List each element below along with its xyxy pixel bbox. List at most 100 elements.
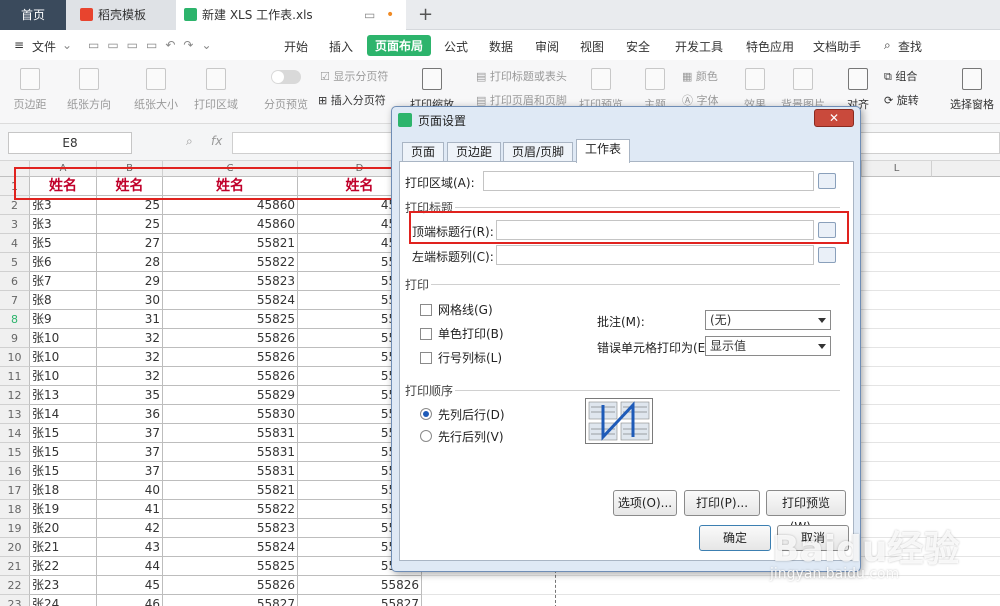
table-cell[interactable]: 55831 [163,424,298,443]
row-header[interactable]: 6 [0,272,30,291]
table-cell[interactable]: 张24 [30,595,97,606]
range-picker-icon[interactable] [818,173,836,189]
tab-margins[interactable]: 页边距 [447,142,502,163]
comments-select[interactable]: (无) [705,310,831,330]
insert-pagebreak-button[interactable]: ⊞ 插入分页符 [318,92,386,108]
table-cell[interactable]: 45860 [163,215,298,234]
row-header[interactable]: 16 [0,462,30,481]
formula-input[interactable] [232,132,392,154]
column-header-m[interactable] [932,161,1000,177]
menu-search[interactable]: 查找 [898,38,922,55]
row-header[interactable]: 11 [0,367,30,386]
table-cell[interactable]: 55822 [163,500,298,519]
table-cell[interactable]: 55826 [163,367,298,386]
table-cell[interactable]: 55826 [163,348,298,367]
table-cell[interactable]: 55824 [163,538,298,557]
row-header[interactable]: 14 [0,424,30,443]
menu-home[interactable]: 开始 [284,38,308,55]
table-cell[interactable]: 55831 [163,462,298,481]
table-cell[interactable]: 36 [97,405,163,424]
tab-page[interactable]: 页面 [402,142,445,163]
menu-data[interactable]: 数据 [489,38,513,55]
column-header-l[interactable]: L [862,161,932,177]
formula-input-right[interactable] [860,132,1000,154]
table-cell[interactable]: 55825 [163,557,298,576]
row-header[interactable]: 7 [0,291,30,310]
table-cell[interactable]: 张15 [30,443,97,462]
table-cell[interactable]: 张3 [30,215,97,234]
search-icon[interactable]: ⌕ [884,38,891,53]
table-cell[interactable]: 张15 [30,462,97,481]
table-cell[interactable]: 55825 [163,310,298,329]
menu-features[interactable]: 特色应用 [746,38,794,55]
row-header[interactable]: 4 [0,234,30,253]
fx-icon[interactable]: fx [211,134,222,148]
table-cell[interactable]: 55826 [163,576,298,595]
empty-grid-row[interactable] [422,595,1000,606]
left-cols-input[interactable] [496,245,814,265]
print-button[interactable]: 打印(P)... [684,490,760,516]
menu-review[interactable]: 审阅 [535,38,559,55]
over-then-down-radio[interactable] [420,430,432,442]
errors-select[interactable]: 显示值 [705,336,831,356]
table-cell[interactable]: 55826 [163,329,298,348]
table-cell[interactable]: 30 [97,291,163,310]
group-button[interactable]: ⧉ 组合 [884,68,917,84]
table-cell[interactable]: 55824 [163,291,298,310]
options-button[interactable]: 选项(O)... [613,490,677,516]
row-header[interactable]: 22 [0,576,30,595]
table-cell[interactable]: 45 [97,576,163,595]
tab-sheet[interactable]: 工作表 [576,139,631,163]
table-cell[interactable]: 张18 [30,481,97,500]
page-break-preview-button[interactable]: 分页预览 [262,68,310,112]
table-cell[interactable]: 41 [97,500,163,519]
row-header[interactable]: 13 [0,405,30,424]
tab-home[interactable]: 首页 [0,0,66,30]
table-cell[interactable]: 张10 [30,367,97,386]
gridlines-checkbox[interactable] [420,304,432,316]
table-cell[interactable]: 55821 [163,481,298,500]
row-header[interactable]: 12 [0,386,30,405]
table-cell[interactable]: 32 [97,367,163,386]
menu-formula[interactable]: 公式 [444,38,468,55]
table-cell[interactable]: 张14 [30,405,97,424]
new-tab-button[interactable]: + [418,0,433,30]
table-cell[interactable]: 张9 [30,310,97,329]
table-cell[interactable]: 张22 [30,557,97,576]
chevron-down-icon[interactable]: ⌄ [62,38,72,52]
row-header[interactable]: 5 [0,253,30,272]
table-cell[interactable]: 张8 [30,291,97,310]
table-cell[interactable]: 32 [97,348,163,367]
table-cell[interactable]: 43 [97,538,163,557]
menu-insert[interactable]: 插入 [329,38,353,55]
table-cell[interactable]: 张13 [30,386,97,405]
row-header[interactable]: 17 [0,481,30,500]
colors-button[interactable]: ▦ 颜色 [682,68,718,84]
table-cell[interactable]: 张21 [30,538,97,557]
table-cell[interactable]: 张5 [30,234,97,253]
menu-security[interactable]: 安全 [626,38,650,55]
row-header[interactable]: 18 [0,500,30,519]
table-cell[interactable]: 张10 [30,348,97,367]
table-cell[interactable]: 40 [97,481,163,500]
menu-file[interactable]: 文件 [32,38,56,55]
row-header[interactable]: 23 [0,595,30,606]
row-header[interactable]: 21 [0,557,30,576]
table-cell[interactable]: 37 [97,443,163,462]
screen-icon[interactable]: ▭ [364,0,375,30]
menu-doc-assistant[interactable]: 文档助手 [813,38,861,55]
table-cell[interactable]: 张19 [30,500,97,519]
range-picker-icon[interactable] [818,247,836,263]
print-area-button[interactable]: 打印区域 [190,68,242,112]
menu-developer[interactable]: 开发工具 [675,38,723,55]
table-cell[interactable]: 张15 [30,424,97,443]
table-cell[interactable]: 55829 [163,386,298,405]
table-cell[interactable]: 44 [97,557,163,576]
table-cell[interactable]: 25 [97,215,163,234]
tab-document[interactable]: 新建 XLS 工作表.xls ▭ • [176,0,406,30]
empty-grid-row[interactable] [422,576,1000,595]
row-header[interactable]: 10 [0,348,30,367]
mono-checkbox[interactable] [420,328,432,340]
table-cell[interactable]: 张6 [30,253,97,272]
print-preview-button[interactable]: 打印预览(W)... [766,490,846,534]
